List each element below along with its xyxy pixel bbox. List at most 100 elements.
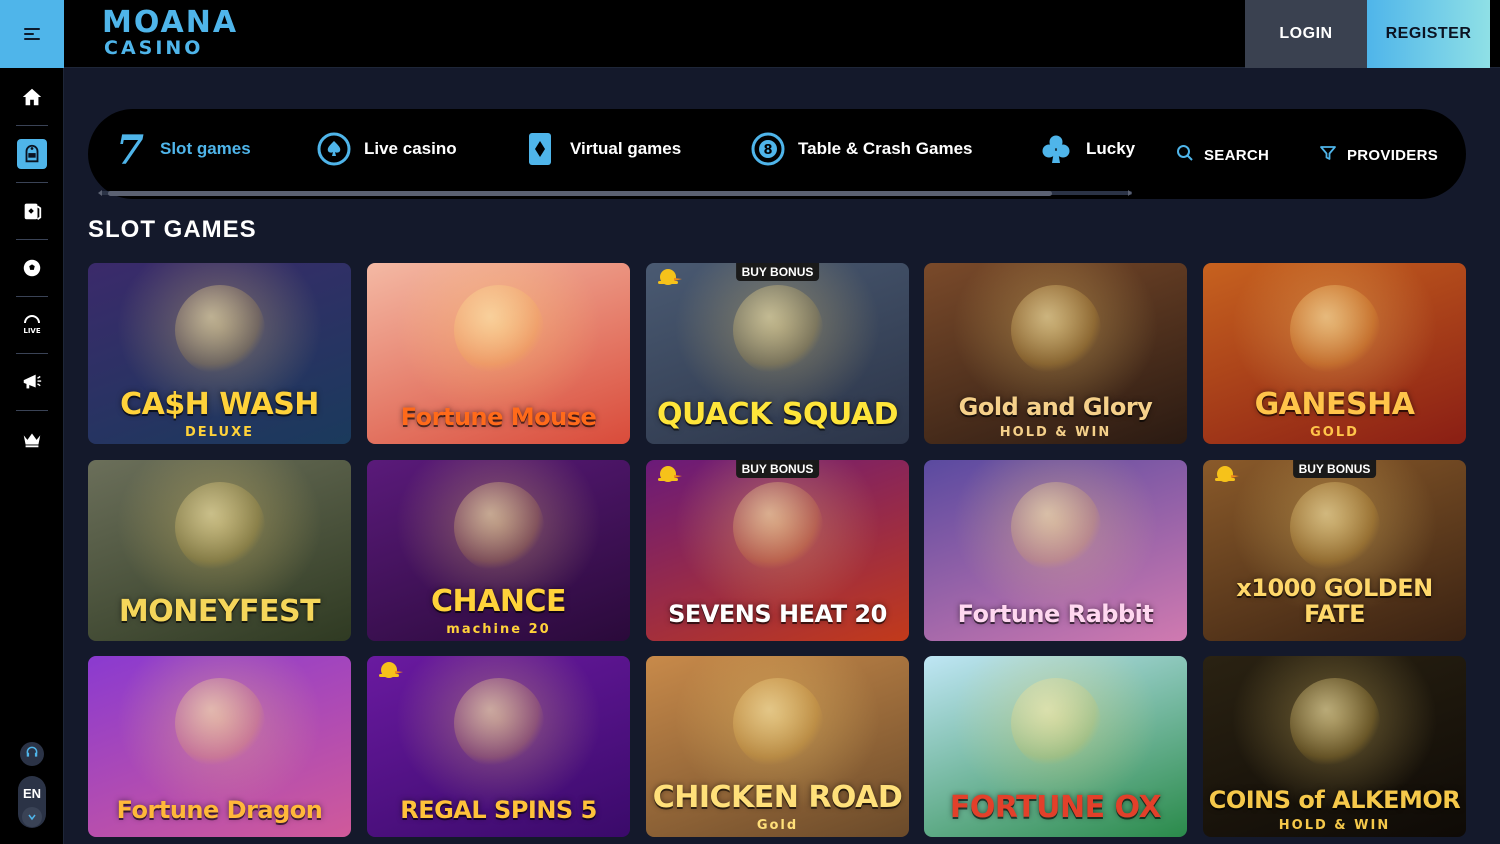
cards-icon xyxy=(17,196,47,226)
tab-table-crash-games[interactable]: 8 Table & Crash Games xyxy=(750,129,972,169)
promotions-icon xyxy=(17,367,47,397)
eight-ball-icon: 8 xyxy=(750,131,786,167)
tab-label: Live casino xyxy=(364,139,457,158)
provider-duck-icon xyxy=(1215,466,1239,482)
sidebar-item-slots[interactable] xyxy=(0,126,63,182)
game-emblem xyxy=(1010,678,1101,768)
game-title: FORTUNE OX xyxy=(949,790,1162,825)
tab-label: Lucky xyxy=(1086,139,1136,158)
game-title: COINS of ALKEMOR xyxy=(1208,786,1461,814)
game-subtitle: DELUXE xyxy=(185,425,254,440)
search-label: SEARCH xyxy=(1204,146,1270,164)
logo-subtitle: CASINO xyxy=(104,37,204,59)
tab-live-casino[interactable]: Live casino xyxy=(316,129,457,169)
providers-filter-button[interactable]: PROVIDERS xyxy=(1319,145,1438,165)
game-title: GANESHA xyxy=(1254,387,1415,422)
game-emblem xyxy=(1289,285,1380,375)
top-header: MOANA CASINO LOGIN REGISTER xyxy=(0,0,1500,68)
game-title: x1000 GOLDEN FATE xyxy=(1236,574,1433,628)
game-subtitle: HOLD & WIN xyxy=(1278,818,1391,833)
scroll-left-icon[interactable] xyxy=(96,189,104,197)
game-emblem xyxy=(732,678,823,768)
game-emblem xyxy=(174,678,265,768)
slots-icon xyxy=(16,139,47,169)
login-button[interactable]: LOGIN xyxy=(1245,0,1367,68)
buy-bonus-badge: BUY BONUS xyxy=(735,263,820,281)
language-selector[interactable]: EN xyxy=(18,776,46,828)
game-title: CHANCE xyxy=(431,584,566,619)
tab-label: Slot games xyxy=(160,139,251,158)
scroll-right-icon[interactable] xyxy=(1126,189,1134,197)
game-title: Gold and Glory xyxy=(958,393,1153,421)
game-tile[interactable]: MONEYFEST xyxy=(88,460,351,641)
sidebar-item-vip[interactable] xyxy=(0,411,63,467)
support-headset-button[interactable] xyxy=(20,742,44,766)
game-emblem xyxy=(1289,482,1380,572)
club-icon xyxy=(1038,131,1074,167)
search-button[interactable]: SEARCH xyxy=(1176,144,1270,165)
game-emblem xyxy=(1010,482,1101,572)
game-tile[interactable]: REGAL SPINS 5 xyxy=(367,656,630,837)
tab-lucky[interactable]: Lucky xyxy=(1038,129,1135,169)
game-tile[interactable]: CHANCE machine 20 xyxy=(367,460,630,641)
game-emblem xyxy=(453,285,544,375)
game-title: CA$H WASH xyxy=(120,387,319,422)
game-title: QUACK SQUAD xyxy=(656,397,899,432)
svg-text:7: 7 xyxy=(116,129,144,169)
sidebar-item-home[interactable] xyxy=(0,69,63,125)
game-tile[interactable]: BUY BONUS x1000 GOLDEN FATE xyxy=(1203,460,1466,641)
tab-label: Virtual games xyxy=(570,139,682,158)
provider-duck-icon xyxy=(658,466,682,482)
game-subtitle: Gold xyxy=(756,818,799,833)
menu-button[interactable] xyxy=(0,0,64,68)
sidebar-item-live[interactable]: LIVE xyxy=(0,297,63,353)
sidebar: LIVE EN xyxy=(0,68,64,844)
game-title: SEVENS HEAT 20 xyxy=(668,600,887,628)
tab-slot-games[interactable]: 7 Slot games xyxy=(112,129,251,169)
section-title: SLOT GAMES xyxy=(88,216,257,243)
game-tile[interactable]: Fortune Dragon xyxy=(88,656,351,837)
game-title: Fortune Dragon xyxy=(116,796,323,824)
sidebar-item-sports[interactable] xyxy=(0,240,63,296)
logo[interactable]: MOANA CASINO xyxy=(102,8,242,60)
game-tile[interactable]: COINS of ALKEMOR HOLD & WIN xyxy=(1203,656,1466,837)
game-title: REGAL SPINS 5 xyxy=(400,796,597,824)
tab-virtual-games[interactable]: Virtual games xyxy=(522,129,681,169)
headset-icon xyxy=(25,745,39,764)
sidebar-item-cards[interactable] xyxy=(0,183,63,239)
game-subtitle: HOLD & WIN xyxy=(999,425,1112,440)
game-emblem xyxy=(732,285,823,375)
game-tile[interactable]: CHICKEN ROAD Gold xyxy=(646,656,909,837)
game-tile[interactable]: BUY BONUS SEVENS HEAT 20 xyxy=(646,460,909,641)
game-tile[interactable]: Fortune Mouse xyxy=(367,263,630,444)
providers-label: PROVIDERS xyxy=(1347,146,1439,164)
game-tile[interactable]: Fortune Rabbit xyxy=(924,460,1187,641)
language-code: EN xyxy=(22,786,42,801)
game-title: MONEYFEST xyxy=(118,594,321,629)
home-icon xyxy=(17,82,47,112)
register-button[interactable]: REGISTER xyxy=(1367,0,1490,68)
game-tile[interactable]: FORTUNE OX xyxy=(924,656,1187,837)
svg-text:LIVE: LIVE xyxy=(23,327,40,335)
game-emblem xyxy=(453,482,544,572)
game-title: CHICKEN ROAD xyxy=(652,780,903,815)
game-emblem xyxy=(1010,285,1101,375)
filter-icon xyxy=(1319,144,1337,167)
sidebar-item-promotions[interactable] xyxy=(0,354,63,410)
vip-crown-icon xyxy=(17,424,47,454)
hamburger-icon xyxy=(24,28,40,40)
game-tile[interactable]: BUY BONUS QUACK SQUAD xyxy=(646,263,909,444)
game-tile[interactable]: CA$H WASH DELUXE xyxy=(88,263,351,444)
category-scrollbar-thumb[interactable] xyxy=(108,191,1052,196)
game-emblem xyxy=(174,482,265,572)
chevron-down-icon xyxy=(22,807,42,827)
provider-duck-icon xyxy=(379,662,403,678)
sports-icon xyxy=(17,253,47,283)
game-tile[interactable]: Gold and Glory HOLD & WIN xyxy=(924,263,1187,444)
seven-icon: 7 xyxy=(112,129,148,169)
category-bar: 7 Slot games Live casino Virtual games 8… xyxy=(88,109,1466,199)
provider-duck-icon xyxy=(658,269,682,285)
game-tile[interactable]: GANESHA GOLD xyxy=(1203,263,1466,444)
game-title: Fortune Mouse xyxy=(400,403,597,431)
game-emblem xyxy=(453,678,544,768)
